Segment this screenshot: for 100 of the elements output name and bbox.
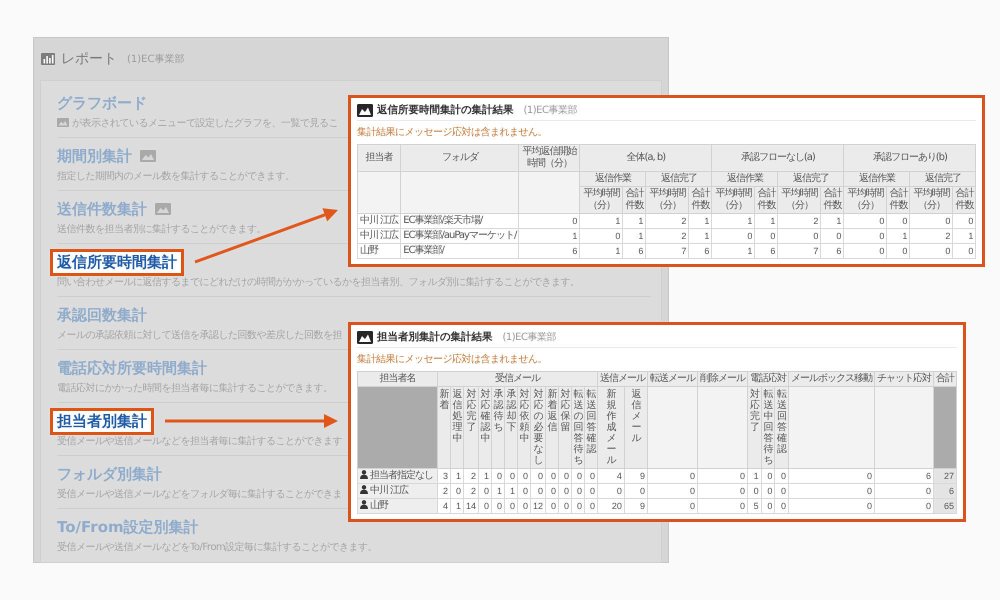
report-link[interactable]: 送信件数集計 xyxy=(57,200,147,218)
report-link[interactable]: グラフボード xyxy=(57,94,147,112)
table-cell: 0 xyxy=(952,214,976,228)
table-cell: 0 xyxy=(761,468,775,484)
column-header: 担当者 xyxy=(358,144,401,172)
table-cell: 0 xyxy=(648,468,698,484)
report-link[interactable]: 電話応対所要時間集計 xyxy=(57,358,207,378)
table-cell: 0 xyxy=(748,484,762,498)
table-cell: 0 xyxy=(774,498,789,514)
report-link[interactable]: 承認回数集計 xyxy=(57,306,147,324)
column-header: チャット応対 xyxy=(874,372,934,386)
table-cell: 0 xyxy=(788,498,875,514)
column-header: 対応保留 xyxy=(560,389,570,433)
column-header: 合計件数 xyxy=(886,186,910,214)
table-cell: 0 xyxy=(698,484,748,498)
report-link[interactable]: フォルダ別集計 xyxy=(57,464,162,484)
table-cell: 0 xyxy=(504,498,518,514)
column-header: 平均時間（分） xyxy=(778,186,821,214)
column-header: 新着 xyxy=(439,389,449,411)
table-cell: 0 xyxy=(492,498,505,514)
table-cell: 0 xyxy=(712,228,755,244)
table-cell: 0 xyxy=(698,498,748,514)
table-cell: 0 xyxy=(648,498,698,514)
column-header: 対応完了 xyxy=(466,389,476,433)
table-cell: 0 xyxy=(952,244,976,258)
result-title: 返信所要時間集計の集計結果 xyxy=(377,103,514,117)
column-header: 転送回答確認 xyxy=(586,389,596,455)
column-header: 返信完了 xyxy=(910,172,976,186)
column-header: 合計件数 xyxy=(622,186,646,214)
table-cell: 0 xyxy=(518,214,580,228)
person-name-cell: 中川 江広 xyxy=(358,228,401,244)
table-cell: 0 xyxy=(886,244,910,258)
table-cell: 0 xyxy=(584,498,598,514)
table-cell: 5 xyxy=(748,498,762,514)
column-header: 転送回答確認 xyxy=(776,389,787,455)
table-cell: 0 xyxy=(518,484,531,498)
table-cell: 6 xyxy=(518,244,580,258)
column-header: 電話応対 xyxy=(748,372,789,386)
column-header: 合計 xyxy=(934,372,957,386)
report-link[interactable]: 期間別集計 xyxy=(57,146,132,166)
column-header: フォルダ xyxy=(400,144,519,172)
table-cell: 6 xyxy=(874,468,934,484)
table-cell: 2 xyxy=(778,214,821,228)
table-cell: 0 xyxy=(788,484,875,498)
table-cell: 0 xyxy=(450,484,464,498)
table-cell: 0 xyxy=(546,498,559,514)
table-cell: 0 xyxy=(624,484,648,498)
report-link[interactable]: 返信所要時間集計 xyxy=(50,248,184,276)
table-cell: 0 xyxy=(598,484,624,498)
table-cell: 12 xyxy=(530,498,546,514)
table-cell: 1 xyxy=(580,214,623,228)
table-cell: 4 xyxy=(598,468,624,484)
column-header: 担当者名 xyxy=(358,372,438,386)
column-header: 対応の必要なし xyxy=(533,389,544,466)
person-name-cell: 中川 江広 xyxy=(358,214,401,228)
table-cell: 0 xyxy=(492,468,505,484)
column-header: 合計件数 xyxy=(952,186,976,214)
report-link[interactable]: To/From設定別集計 xyxy=(57,518,199,537)
table-cell: 2 xyxy=(646,214,689,228)
table-cell: 0 xyxy=(572,498,585,514)
table-cell: 0 xyxy=(530,484,546,498)
table-cell: 0 xyxy=(478,498,492,514)
table-cell: 0 xyxy=(774,484,789,498)
column-header: 合計件数 xyxy=(688,186,712,214)
folder-cell: EC事業部/auPayマーケット/ xyxy=(400,228,519,244)
report-description: 指定した期間内のメール数を集計することができます。 xyxy=(57,170,294,182)
table-cell: 0 xyxy=(546,484,559,498)
department-label: (1)EC事業部 xyxy=(524,104,577,117)
table-cell: 0 xyxy=(580,228,623,244)
table-cell: 4 xyxy=(438,498,450,514)
table-cell: 1 xyxy=(478,468,492,484)
column-header: 新着返信 xyxy=(547,389,558,433)
table-cell: 6 xyxy=(622,244,646,258)
table-cell: 1 xyxy=(580,244,623,258)
table-cell: 0 xyxy=(584,468,598,484)
report-description: 問い合わせメールに返信するまでにどれだけの時間がかかっているかを担当者別、フォルダ別に集計することができます。 xyxy=(57,276,580,288)
table-cell: 0 xyxy=(761,498,775,514)
table-cell: 9 xyxy=(624,468,648,484)
column-header: 返信完了 xyxy=(778,172,844,186)
notice-text: 集計結果にメッセージ応対は含まれません。 xyxy=(357,126,547,139)
table-cell: 0 xyxy=(874,498,934,514)
report-link[interactable]: 担当者別集計 xyxy=(50,408,154,434)
table-cell: 2 xyxy=(438,484,450,498)
column-header: 返信作業 xyxy=(712,172,778,186)
table-cell: 1 xyxy=(952,228,976,244)
person-icon xyxy=(360,470,368,479)
table-cell: 1 xyxy=(820,214,844,228)
column-header: 対応依頼中 xyxy=(519,389,530,444)
table-cell: 1 xyxy=(518,228,580,244)
table-cell: 20 xyxy=(598,498,624,514)
column-header: 平均時間（分） xyxy=(646,186,689,214)
table-cell: 6 xyxy=(688,244,712,258)
panel-title: レポート xyxy=(61,50,117,68)
table-cell: 0 xyxy=(886,214,910,228)
table-cell: 1 xyxy=(492,484,505,498)
column-header: 返信完了 xyxy=(646,172,712,186)
column-header: 承認フローあり(b) xyxy=(844,144,976,172)
column-header: 承認フローなし(a) xyxy=(712,144,844,172)
table-cell: 6 xyxy=(820,244,844,258)
column-header: 返信作業 xyxy=(844,172,910,186)
